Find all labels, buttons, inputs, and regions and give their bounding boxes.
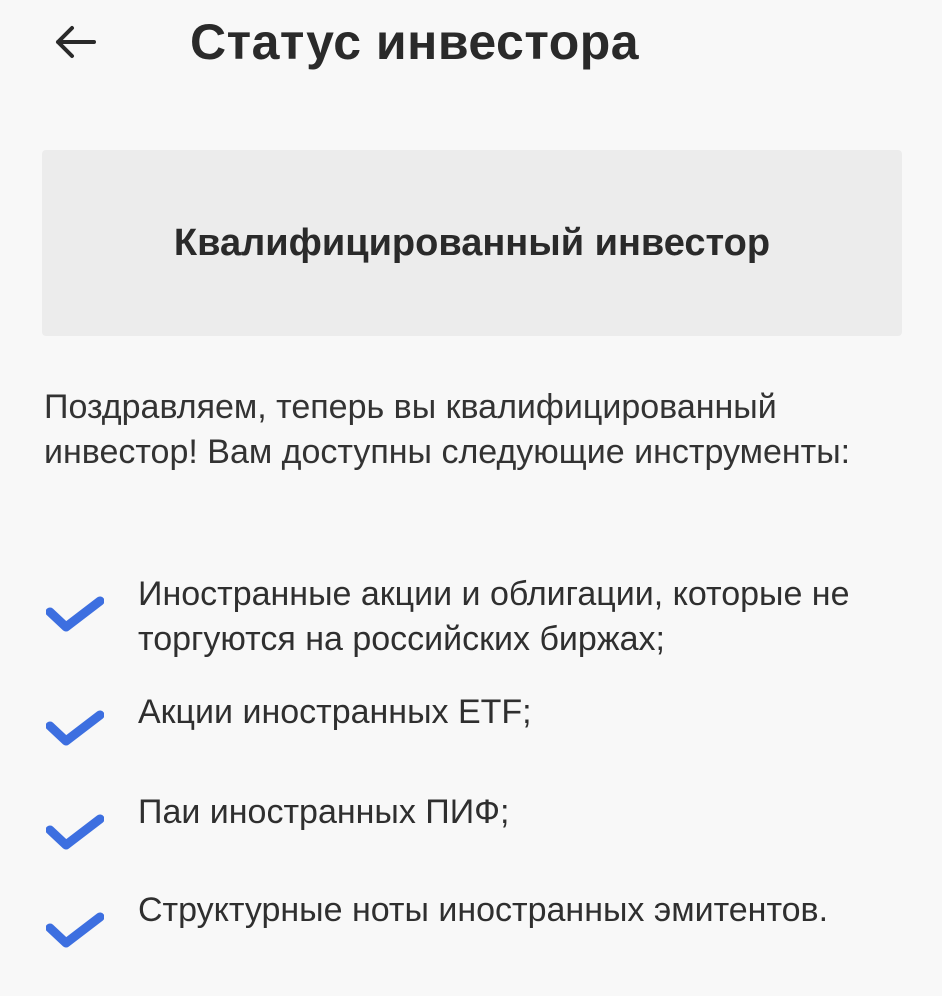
checkmark-icon — [46, 814, 104, 850]
checkmark-icon — [46, 710, 104, 746]
checkmark-icon — [46, 596, 104, 632]
instrument-text: Паи иностранных ПИФ; — [138, 793, 510, 831]
instrument-text: Иностранные акции и облигации, которые н… — [138, 575, 850, 658]
checkmark-icon — [46, 912, 104, 948]
arrow-left-icon — [56, 26, 96, 58]
investor-status-card: Квалифицированный инвестор — [42, 150, 902, 336]
page-title: Статус инвестора — [190, 14, 640, 70]
instrument-text: Акции иностранных ETF; — [138, 693, 532, 731]
back-button[interactable] — [44, 12, 104, 72]
instrument-text: Структурные ноты иностранных эмитентов. — [138, 891, 829, 929]
investor-status-label: Квалифицированный инвестор — [173, 221, 771, 264]
congratulations-message: Поздравляем, теперь вы квалифицированный… — [44, 388, 851, 471]
app-header: Статус инвестора — [0, 0, 942, 90]
